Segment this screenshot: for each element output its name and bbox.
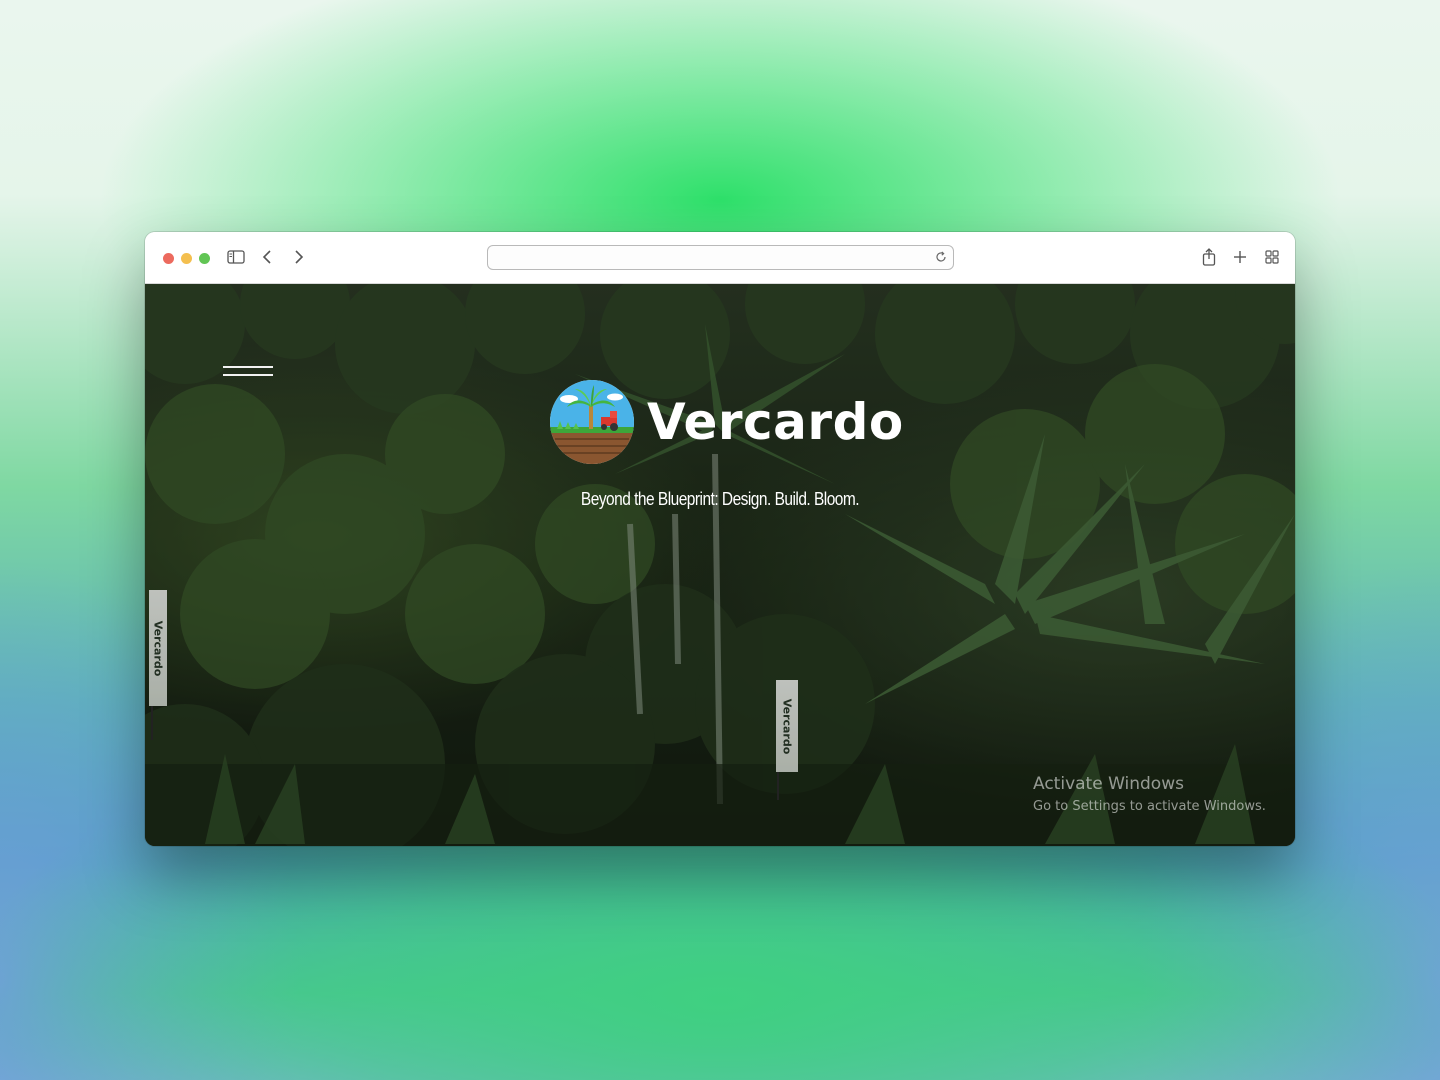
new-tab-icon[interactable]: [1229, 246, 1251, 268]
palm-tree-tractor-logo: [550, 380, 634, 464]
hamburger-menu-icon[interactable]: [223, 364, 275, 378]
page-viewport: Vercardo Vercardo Vercardo Beyond the Bl…: [145, 284, 1295, 846]
zoom-window-button[interactable]: [199, 253, 210, 264]
brand-name: Vercardo: [647, 393, 904, 451]
address-bar[interactable]: [487, 245, 954, 270]
brand-lockup[interactable]: Vercardo: [549, 377, 904, 467]
sidebar-icon[interactable]: [225, 246, 247, 268]
tab-overview-icon[interactable]: [1261, 246, 1283, 268]
close-window-button[interactable]: [163, 253, 174, 264]
browser-toolbar: [145, 232, 1295, 284]
share-icon[interactable]: [1198, 246, 1220, 268]
hero-tagline: Beyond the Blueprint: Design. Build. Blo…: [580, 489, 860, 509]
hero-dark-overlay: [145, 284, 1295, 846]
url-input[interactable]: [496, 248, 920, 268]
watermark-subtitle: Go to Settings to activate Windows.: [1033, 799, 1266, 814]
browser-window: Vercardo Vercardo Vercardo Beyond the Bl…: [145, 232, 1295, 846]
activate-windows-watermark: Activate Windows Go to Settings to activ…: [1033, 774, 1266, 814]
minimize-window-button[interactable]: [181, 253, 192, 264]
reload-icon[interactable]: [933, 249, 949, 265]
watermark-title: Activate Windows: [1033, 774, 1184, 794]
forward-icon[interactable]: [288, 246, 310, 268]
back-icon[interactable]: [256, 246, 278, 268]
